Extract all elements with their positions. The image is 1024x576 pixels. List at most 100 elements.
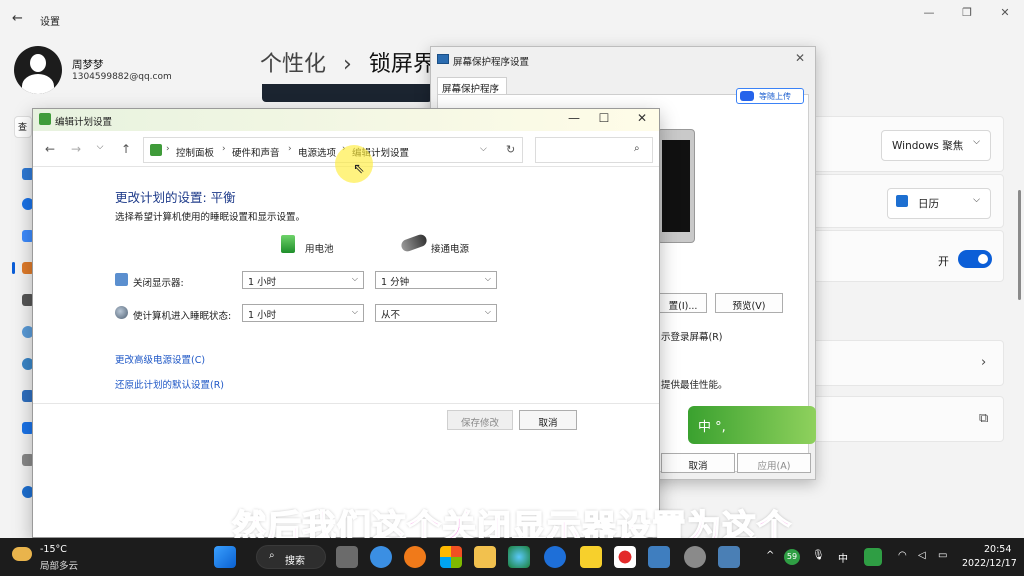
- start-icon[interactable]: [214, 546, 236, 568]
- signin-bg-toggle[interactable]: [958, 250, 992, 268]
- settings-gear-icon[interactable]: [684, 546, 706, 568]
- scrollbar[interactable]: [1018, 190, 1021, 300]
- chevron-down-icon: ⌵: [484, 307, 491, 316]
- minimize-icon[interactable]: —: [559, 111, 589, 129]
- address-bar[interactable]: › 控制面板 › 硬件和声音 › 电源选项 › 编辑计划设置 ⌵ ↻: [143, 137, 523, 163]
- select-value: 1 分钟: [381, 277, 410, 288]
- external-link-icon: ⧉: [979, 411, 989, 426]
- active-indicator: [12, 262, 15, 274]
- address-segment[interactable]: 电源选项: [298, 145, 336, 159]
- avatar[interactable]: [14, 46, 62, 94]
- file-explorer-icon[interactable]: [474, 546, 496, 568]
- resume-logon-text: 示登录屏幕(R): [661, 332, 723, 343]
- close-icon[interactable]: ✕: [992, 6, 1018, 22]
- lockscreen-bg-value: Windows 聚焦: [892, 140, 964, 152]
- sleep-label: 使计算机进入睡眠状态:: [133, 311, 232, 322]
- preview-button[interactable]: 预览(V): [715, 293, 783, 313]
- monitor-preview: [657, 129, 695, 243]
- power-options-icon: [39, 113, 51, 125]
- battery-tray-icon[interactable]: ▭: [938, 550, 947, 561]
- lockscreen-status-dropdown[interactable]: 日历 ⌵: [887, 188, 991, 219]
- settings-button[interactable]: 置(I)...: [659, 293, 707, 313]
- settings-titlebar: ← 设置 — ❐ ✕: [0, 0, 1024, 38]
- avatar-head: [30, 54, 46, 72]
- up-arrow-icon[interactable]: ↑: [119, 142, 133, 156]
- refresh-icon[interactable]: ↻: [506, 143, 515, 156]
- ime-status: 中 °,: [698, 420, 726, 435]
- chevron-down-icon: ⌵: [973, 137, 980, 147]
- minimize-icon[interactable]: —: [916, 6, 942, 22]
- toggle-knob: [978, 254, 988, 264]
- tab-screensaver[interactable]: 屏幕保护程序: [437, 77, 507, 95]
- sleep-plugged-select[interactable]: 从不 ⌵: [375, 304, 497, 322]
- close-icon[interactable]: ✕: [795, 51, 805, 65]
- weather-desc[interactable]: 局部多云: [40, 558, 78, 572]
- ime-floating-bar[interactable]: 中 °,: [688, 406, 816, 444]
- cancel-button[interactable]: 取消: [661, 453, 735, 473]
- maximize-icon[interactable]: ❐: [954, 6, 980, 22]
- screensaver-task-icon[interactable]: [718, 546, 740, 568]
- taskbar-search[interactable]: ⌕ 搜索: [256, 545, 326, 569]
- store-icon[interactable]: [440, 546, 462, 568]
- search-icon: ⌕: [634, 143, 640, 154]
- address-segment[interactable]: 控制面板: [176, 145, 214, 159]
- advanced-settings-link[interactable]: 更改高级电源设置(C): [115, 352, 205, 366]
- restore-defaults-link[interactable]: 还原此计划的默认设置(R): [115, 377, 224, 391]
- chevron-down-icon: ⌵: [484, 274, 491, 283]
- save-button[interactable]: 保存修改: [447, 410, 513, 430]
- breadcrumb-parent[interactable]: 个性化: [260, 52, 326, 77]
- microphone-icon[interactable]: 🎙: [812, 550, 825, 561]
- cancel-button[interactable]: 取消: [519, 410, 577, 430]
- screensaver-title: 屏幕保护程序设置: [453, 57, 530, 68]
- weather-temp[interactable]: -15°C: [40, 544, 67, 555]
- maximize-icon[interactable]: ☐: [589, 111, 619, 129]
- ime-language[interactable]: 中: [838, 550, 848, 565]
- chevron-right-icon: ›: [981, 355, 987, 370]
- breadcrumb-current: 锁屏界: [368, 52, 435, 77]
- control-panel-icon: [150, 144, 162, 156]
- wifi-icon[interactable]: ◠: [898, 550, 907, 561]
- find-setting-box[interactable]: 查: [14, 116, 32, 138]
- volume-icon[interactable]: ◁: [918, 550, 926, 561]
- toggle-label: 开: [938, 255, 949, 268]
- lockscreen-bg-dropdown[interactable]: Windows 聚焦 ⌵: [881, 130, 991, 161]
- record-icon[interactable]: [614, 546, 636, 568]
- sleep-battery-select[interactable]: 1 小时 ⌵: [242, 304, 364, 322]
- avatar-body: [22, 74, 54, 94]
- address-segment[interactable]: 硬件和声音: [232, 145, 280, 159]
- lockscreen-status-value: 日历: [918, 198, 939, 210]
- kugou-icon[interactable]: [544, 546, 566, 568]
- sogou-icon[interactable]: [864, 548, 882, 566]
- apply-button[interactable]: 应用(A): [737, 453, 811, 473]
- breadcrumb-separator: ›: [222, 144, 226, 154]
- col-battery: 用电池: [305, 244, 334, 255]
- taskbar: -15°C 局部多云 ⌕ 搜索 ^ 59 🎙 中 ◠ ◁ ▭ 20:54 202…: [0, 538, 1024, 576]
- control-panel-task-icon[interactable]: [648, 546, 670, 568]
- notes-icon[interactable]: [580, 546, 602, 568]
- weather-icon[interactable]: [12, 547, 32, 561]
- display-off-plugged-select[interactable]: 1 分钟 ⌵: [375, 271, 497, 289]
- plug-icon: [399, 232, 429, 254]
- page-subtitle: 选择希望计算机使用的睡眠设置和显示设置。: [115, 212, 306, 223]
- display-off-battery-select[interactable]: 1 小时 ⌵: [242, 271, 364, 289]
- recent-chevron-icon[interactable]: ⌵: [93, 142, 107, 156]
- clock-time[interactable]: 20:54: [984, 544, 1011, 555]
- back-arrow-icon[interactable]: ←: [43, 142, 57, 156]
- clock-date[interactable]: 2022/12/17: [962, 558, 1017, 569]
- search-app-icon[interactable]: [404, 546, 426, 568]
- back-arrow-icon[interactable]: ←: [12, 11, 28, 27]
- qq-icon[interactable]: [370, 546, 392, 568]
- edit-plan-titlebar: 编辑计划设置 — ☐ ✕: [33, 109, 659, 131]
- search-input[interactable]: ⌕: [535, 137, 653, 163]
- task-view-icon[interactable]: [336, 546, 358, 568]
- browser-icon[interactable]: [508, 546, 530, 568]
- tray-badge[interactable]: 59: [784, 549, 800, 565]
- breadcrumb: 个性化 › 锁屏界: [260, 46, 435, 78]
- close-icon[interactable]: ✕: [627, 111, 657, 129]
- cloud-upload-badge[interactable]: 等随上传: [736, 88, 804, 104]
- col-plugged: 接通电源: [431, 244, 470, 255]
- tray-expand-icon[interactable]: ^: [766, 550, 774, 561]
- cloud-icon: [740, 91, 754, 101]
- forward-arrow-icon[interactable]: →: [69, 142, 83, 156]
- chevron-down-icon[interactable]: ⌵: [480, 144, 487, 154]
